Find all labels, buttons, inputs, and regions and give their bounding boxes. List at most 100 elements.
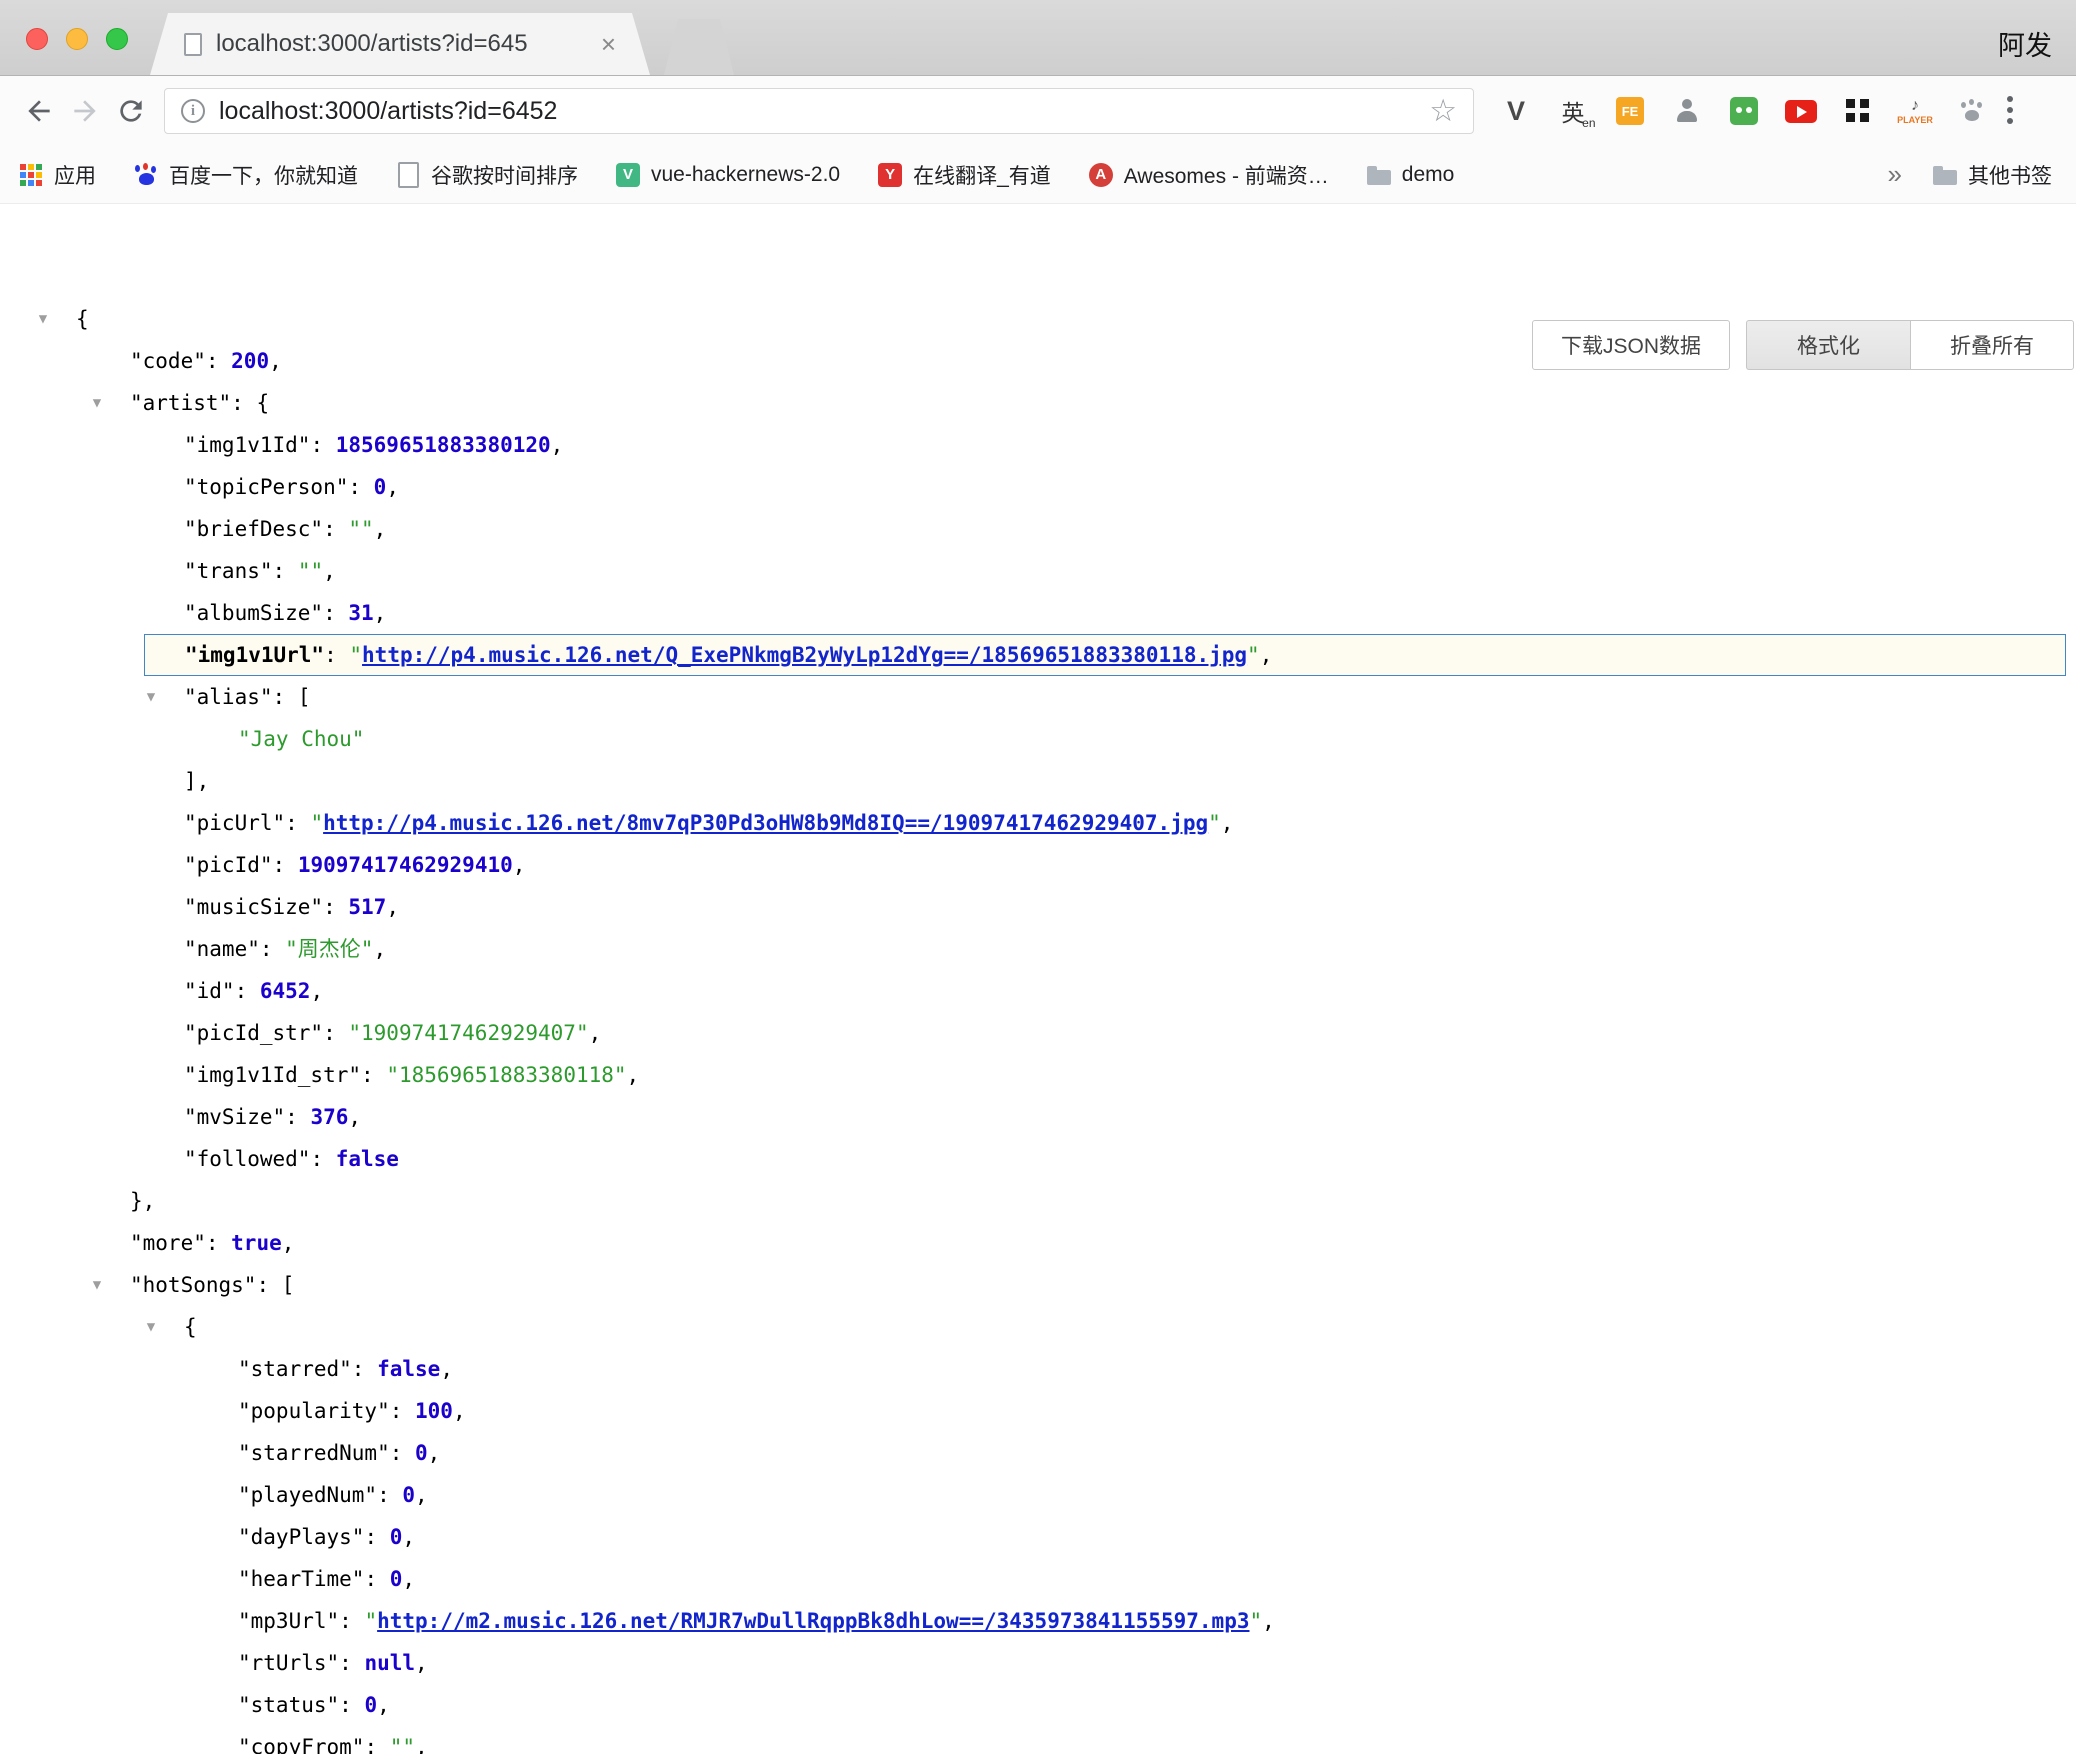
json-key: "alias" xyxy=(184,685,273,709)
page-icon xyxy=(395,162,421,188)
json-url-link[interactable]: http://p4.music.126.net/Q_ExePNkmgB2yWyL… xyxy=(362,643,1247,667)
json-line: "dayPlays": 0, xyxy=(0,1516,2076,1558)
collapse-toggle-icon[interactable]: ▼ xyxy=(32,298,54,340)
reload-button[interactable] xyxy=(108,88,154,134)
json-value: null xyxy=(364,1651,415,1675)
json-url-link[interactable]: http://m2.music.126.net/RMJR7wDullRqppBk… xyxy=(377,1609,1249,1633)
json-value: ], xyxy=(184,769,209,793)
profile-name: 阿发 xyxy=(1998,24,2052,63)
json-value: "19097417462929407" xyxy=(348,1021,588,1045)
json-key: "starredNum" xyxy=(238,1441,390,1465)
bookmark-item[interactable]: Y 在线翻译_有道 xyxy=(877,160,1051,190)
vue-icon: V xyxy=(615,162,641,188)
bookmark-item[interactable]: demo xyxy=(1366,162,1455,188)
bookmarks-bar: 应用 百度一下，你就知道 谷歌按时间排序 Vvue-hackernews-2.0 Y 在线… xyxy=(0,146,2076,204)
json-line: "mvSize": 376, xyxy=(0,1096,2076,1138)
extension-translate-icon[interactable]: 英en xyxy=(1553,89,1593,133)
json-value: 18569651883380120 xyxy=(336,433,551,457)
collapse-toggle-icon[interactable]: ▼ xyxy=(140,1306,162,1348)
site-info-icon[interactable]: i xyxy=(181,99,205,123)
minimize-window-button[interactable] xyxy=(66,28,88,50)
json-line: "picId_str": "19097417462929407", xyxy=(0,1012,2076,1054)
json-key: "topicPerson" xyxy=(184,475,348,499)
extension-fe-icon[interactable]: FE xyxy=(1610,89,1650,133)
extension-youtube-icon[interactable] xyxy=(1781,89,1821,133)
json-value: { xyxy=(76,307,89,331)
back-button[interactable] xyxy=(16,88,62,134)
json-key: "picId_str" xyxy=(184,1021,323,1045)
bookmark-item[interactable]: AAwesomes - 前端资… xyxy=(1088,160,1329,190)
json-line: "playedNum": 0, xyxy=(0,1474,2076,1516)
maximize-window-button[interactable] xyxy=(106,28,128,50)
new-tab-button[interactable] xyxy=(664,19,734,75)
bookmark-star-icon[interactable]: ☆ xyxy=(1429,93,1457,129)
bookmarks-overflow-icon[interactable]: » xyxy=(1888,159,1902,190)
page-favicon-icon xyxy=(184,33,202,56)
json-key: "musicSize" xyxy=(184,895,323,919)
json-value: 0 xyxy=(390,1525,403,1549)
json-line: "Jay Chou" xyxy=(0,718,2076,760)
apps-grid-icon xyxy=(18,162,44,188)
bookmark-label: 在线翻译_有道 xyxy=(913,160,1051,190)
json-line: "albumSize": 31, xyxy=(0,592,2076,634)
baidu-icon xyxy=(133,162,159,188)
json-line: "status": 0, xyxy=(0,1684,2076,1726)
other-bookmarks-folder[interactable]: 其他书签 xyxy=(1932,160,2052,190)
json-line: "picId": 19097417462929410, xyxy=(0,844,2076,886)
collapse-toggle-icon[interactable]: ▼ xyxy=(86,382,108,424)
youdao-icon: Y xyxy=(877,162,903,188)
json-key: "artist" xyxy=(130,391,231,415)
folder-icon xyxy=(1932,162,1958,188)
json-key: "dayPlays" xyxy=(238,1525,364,1549)
json-line: "hearTime": 0, xyxy=(0,1558,2076,1600)
json-value: "" xyxy=(298,559,323,583)
bookmarks-right: » 其他书签 xyxy=(1888,159,2058,190)
json-key: "img1v1Url" xyxy=(185,643,324,667)
json-key: "mp3Url" xyxy=(238,1609,339,1633)
json-value: 100 xyxy=(415,1399,453,1423)
bookmark-item[interactable]: Vvue-hackernews-2.0 xyxy=(615,162,840,188)
json-line: "img1v1Url": "http://p4.music.126.net/Q_… xyxy=(144,634,2066,676)
tab-close-icon[interactable]: × xyxy=(601,29,616,60)
json-tree: ▼{"code": 200,▼"artist": {"img1v1Id": 18… xyxy=(0,298,2076,1754)
bookmark-item[interactable]: 谷歌按时间排序 xyxy=(395,160,578,190)
json-key: "rtUrls" xyxy=(238,1651,339,1675)
extension-tampermonkey-icon[interactable] xyxy=(1724,89,1764,133)
bookmark-item[interactable]: 应用 xyxy=(18,160,96,190)
bookmark-label: 谷歌按时间排序 xyxy=(431,160,578,190)
json-key: "more" xyxy=(130,1231,206,1255)
collapse-toggle-icon[interactable]: ▼ xyxy=(140,676,162,718)
json-key: "img1v1Id" xyxy=(184,433,310,457)
json-key: "code" xyxy=(130,349,206,373)
extension-qrcode-icon[interactable] xyxy=(1838,89,1878,133)
json-line: "picUrl": "http://p4.music.126.net/8mv7q… xyxy=(0,802,2076,844)
extension-v-icon[interactable]: V xyxy=(1496,89,1536,133)
bookmark-label: vue-hackernews-2.0 xyxy=(651,163,840,187)
bookmark-label: 应用 xyxy=(54,160,96,190)
browser-tab[interactable]: localhost:3000/artists?id=645 × xyxy=(150,13,650,75)
json-value: false xyxy=(377,1357,440,1381)
json-value: 0 xyxy=(374,475,387,499)
json-line: ▼{ xyxy=(0,1306,2076,1348)
json-key: "albumSize" xyxy=(184,601,323,625)
json-value: false xyxy=(336,1147,399,1171)
navigation-bar: i localhost:3000/artists?id=6452 ☆ V 英en… xyxy=(0,76,2076,146)
json-line: "followed": false xyxy=(0,1138,2076,1180)
page-content: 下载JSON数据 格式化 折叠所有 ▼{"code": 200,▼"artist… xyxy=(0,298,2076,1754)
address-bar[interactable]: i localhost:3000/artists?id=6452 ☆ xyxy=(164,88,1474,134)
bookmark-label: Awesomes - 前端资… xyxy=(1124,160,1329,190)
collapse-toggle-icon[interactable]: ▼ xyxy=(86,1264,108,1306)
extension-player-icon[interactable]: ♪PLAYER xyxy=(1895,89,1935,133)
browser-menu-icon[interactable] xyxy=(2006,94,2014,128)
json-value: 200 xyxy=(231,349,269,373)
extension-profile-icon[interactable] xyxy=(1667,89,1707,133)
url-text[interactable]: localhost:3000/artists?id=6452 xyxy=(219,97,1429,126)
json-value: "" xyxy=(390,1735,415,1754)
forward-button[interactable] xyxy=(62,88,108,134)
bookmark-item[interactable]: 百度一下，你就知道 xyxy=(133,160,358,190)
close-window-button[interactable] xyxy=(26,28,48,50)
json-url-link[interactable]: http://p4.music.126.net/8mv7qP30Pd3oHW8b… xyxy=(323,811,1208,835)
json-line: "rtUrls": null, xyxy=(0,1642,2076,1684)
extension-paw-icon[interactable] xyxy=(1952,89,1992,133)
json-line: "popularity": 100, xyxy=(0,1390,2076,1432)
